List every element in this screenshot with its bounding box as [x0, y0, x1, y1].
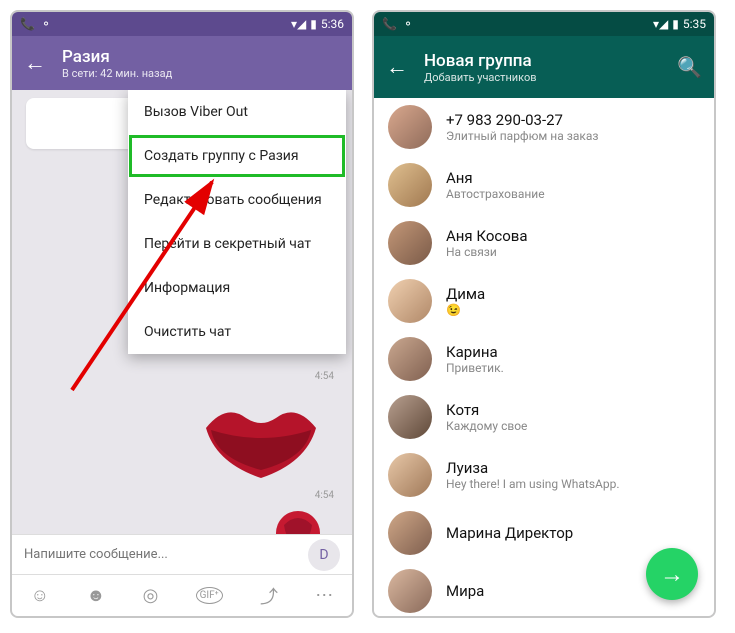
- whatsapp-screen: 📞 ⚬ ▾◢ ▮ 5:35 ← Новая группа Добавить уч…: [372, 10, 716, 618]
- menu-clear-chat[interactable]: Очистить чат: [128, 310, 346, 354]
- message-time: 4:54: [12, 369, 352, 384]
- contact-row[interactable]: КотяКаждому свое: [374, 388, 714, 446]
- gif-icon[interactable]: GIF⁺: [196, 587, 223, 604]
- whatsapp-icon: ⚬: [41, 17, 51, 31]
- contact-name: Дима: [446, 285, 485, 303]
- avatar: [388, 453, 432, 497]
- mic-icon[interactable]: ⋯: [315, 585, 333, 606]
- status-bar: 📞 ⚬ ▾◢ ▮ 5:36: [12, 12, 352, 36]
- chat-title: Разия: [62, 47, 172, 67]
- rose-sticker: [260, 507, 336, 534]
- battery-icon: ▮: [310, 17, 317, 31]
- contact-name: +7 983 290-03-27: [446, 111, 598, 129]
- menu-information[interactable]: Информация: [128, 266, 346, 310]
- menu-viber-out[interactable]: Вызов Viber Out: [128, 90, 346, 134]
- back-icon[interactable]: ←: [386, 54, 408, 80]
- message-time: 4:54: [12, 488, 352, 503]
- status-time: 5:36: [321, 17, 344, 31]
- sticker-icon[interactable]: ☻: [86, 585, 105, 606]
- contact-row[interactable]: АняАвтострахование: [374, 156, 714, 214]
- contact-name: Аня Косова: [446, 227, 528, 245]
- app-bar: ← Разия В сети: 42 мин. назад: [12, 36, 352, 90]
- screen-title: Новая группа: [424, 51, 537, 71]
- contact-name: Котя: [446, 401, 527, 419]
- contact-status: Hey there! I am using WhatsApp.: [446, 477, 620, 491]
- status-time: 5:35: [683, 17, 706, 31]
- back-icon[interactable]: ←: [24, 50, 46, 76]
- chat-body: ♡ Сообщения, котор чат, защищены По Вызо…: [12, 90, 352, 534]
- avatar: [388, 569, 432, 613]
- contact-status: На связи: [446, 245, 528, 259]
- contact-name: Карина: [446, 343, 504, 361]
- smiley-icon[interactable]: ☺: [31, 585, 49, 606]
- next-button[interactable]: →: [646, 548, 698, 600]
- avatar: [388, 279, 432, 323]
- message-composer: D: [12, 534, 352, 574]
- avatar: [388, 337, 432, 381]
- context-menu: Вызов Viber Out Создать группу с Разия Р…: [128, 90, 346, 354]
- wifi-icon: ▾◢: [653, 17, 668, 31]
- send-button[interactable]: D: [308, 539, 340, 571]
- menu-secret-chat[interactable]: Перейти в секретный чат: [128, 222, 346, 266]
- menu-edit-messages[interactable]: Редактировать сообщения: [128, 178, 346, 222]
- contact-name: Марина Директор: [446, 524, 573, 542]
- more-icon[interactable]: ⤴: [260, 583, 278, 609]
- contact-status: Элитный парфюм на заказ: [446, 129, 598, 143]
- contact-row[interactable]: +7 983 290-03-27Элитный парфюм на заказ: [374, 98, 714, 156]
- avatar: [388, 395, 432, 439]
- camera-icon[interactable]: ◎: [143, 585, 159, 606]
- menu-create-group[interactable]: Создать группу с Разия: [128, 134, 346, 178]
- avatar: [388, 105, 432, 149]
- message-input[interactable]: [24, 547, 308, 562]
- whatsapp-icon: ⚬: [403, 17, 413, 31]
- call-icon: 📞: [382, 17, 397, 31]
- contact-row[interactable]: КаринаПриветик.: [374, 330, 714, 388]
- contact-status: Автострахование: [446, 187, 545, 201]
- contact-row[interactable]: ЛуизаHey there! I am using WhatsApp.: [374, 446, 714, 504]
- bottom-toolbar: ☺ ☻ ◎ GIF⁺ ⤴ ⋯: [12, 574, 352, 616]
- contact-row[interactable]: Дима😉: [374, 272, 714, 330]
- contact-status: 😉: [446, 303, 485, 317]
- contact-name: Мира: [446, 582, 484, 600]
- contact-row[interactable]: Аня КосоваНа связи: [374, 214, 714, 272]
- status-bar: 📞 ⚬ ▾◢ ▮ 5:35: [374, 12, 714, 36]
- wifi-icon: ▾◢: [291, 17, 306, 31]
- search-icon[interactable]: 🔍: [677, 55, 702, 79]
- screen-subtitle: Добавить участников: [424, 71, 537, 84]
- contact-list[interactable]: +7 983 290-03-27Элитный парфюм на заказА…: [374, 98, 714, 616]
- app-bar: ← Новая группа Добавить участников 🔍: [374, 36, 714, 98]
- avatar: [388, 221, 432, 265]
- contact-status: Каждому свое: [446, 419, 527, 433]
- contact-name: Луиза: [446, 459, 620, 477]
- avatar: [388, 163, 432, 207]
- contact-name: Аня: [446, 169, 545, 187]
- avatar: [388, 511, 432, 555]
- contact-status: Приветик.: [446, 361, 504, 375]
- viber-screen: 📞 ⚬ ▾◢ ▮ 5:36 ← Разия В сети: 42 мин. на…: [10, 10, 354, 618]
- battery-icon: ▮: [672, 17, 679, 31]
- chat-subtitle: В сети: 42 мин. назад: [62, 67, 172, 80]
- call-icon: 📞: [20, 17, 35, 31]
- lips-sticker: [186, 388, 336, 488]
